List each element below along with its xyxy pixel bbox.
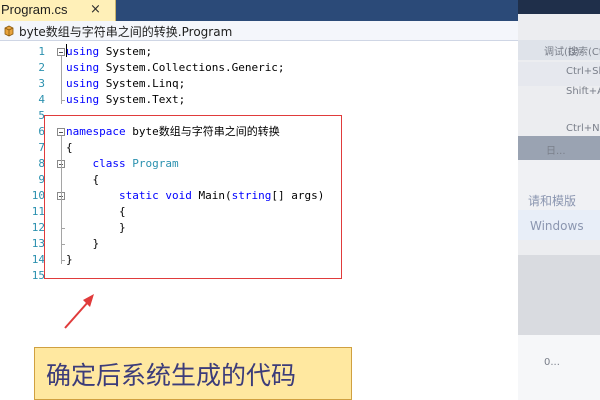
- line-number: 12: [31, 221, 45, 234]
- line-number: 1: [38, 45, 45, 58]
- tab-label: Program.cs: [1, 2, 68, 17]
- highlight-box: [44, 115, 342, 279]
- line-number: 10: [31, 189, 45, 202]
- arrow-icon: [64, 294, 94, 329]
- type-dropdown-label: byte数组与字符串之间的转换.Program: [19, 25, 233, 39]
- bg-text: 日...: [546, 146, 566, 157]
- bg-text: 0...: [544, 357, 560, 368]
- line-number: 11: [31, 205, 45, 218]
- navigation-bar[interactable]: byte数组与字符串之间的转换.Program: [0, 21, 518, 41]
- line-number: 4: [38, 93, 45, 106]
- code-line: using System.Collections.Generic;: [66, 60, 285, 76]
- collapse-toggle-icon[interactable]: [57, 48, 65, 56]
- code-token: System.Linq;: [99, 77, 186, 90]
- bg-text: Windows: [530, 219, 584, 233]
- code-token: System.Text;: [99, 93, 186, 106]
- line-number: 3: [38, 77, 45, 90]
- code-line: using System;: [66, 44, 152, 60]
- line-number: 6: [38, 125, 45, 138]
- bg-menu-item: 搜索(Ct: [568, 47, 600, 58]
- bg-panel: [518, 255, 600, 335]
- class-icon: [4, 25, 14, 37]
- line-number: 7: [38, 141, 45, 154]
- document-tab-bar: Program.cs ×: [0, 0, 518, 21]
- line-number: 14: [31, 253, 45, 266]
- annotation-text: 确定后系统生成的代码: [46, 361, 297, 390]
- line-number: 9: [38, 173, 45, 186]
- keyword-token: using: [66, 93, 100, 106]
- code-line: using System.Linq;: [66, 76, 185, 92]
- line-number: 13: [31, 237, 45, 250]
- bg-shortcut-text: Ctrl+Sh: [566, 66, 600, 77]
- keyword-token: using: [66, 77, 100, 90]
- outline-guide: [61, 100, 65, 101]
- line-number: 2: [38, 61, 45, 74]
- annotation-callout: 确定后系统生成的代码: [34, 347, 352, 400]
- outline-guide: [61, 56, 62, 104]
- code-token: System.Collections.Generic;: [99, 61, 285, 74]
- bg-text: 请和模版: [528, 194, 577, 208]
- keyword-token: using: [66, 61, 100, 74]
- code-line: using System.Text;: [66, 92, 185, 108]
- bg-titlebar: [518, 0, 600, 14]
- keyword-token: using: [66, 45, 100, 58]
- line-number: 15: [31, 269, 45, 282]
- line-number: 8: [38, 157, 45, 170]
- background-window: 调试(D) 搜索(Ct Ctrl+Sh Shift+A Ctrl+N 日... …: [518, 0, 600, 400]
- bg-shortcut-text: Shift+A: [566, 86, 600, 97]
- close-icon[interactable]: ×: [90, 2, 101, 17]
- code-token: System;: [99, 45, 153, 58]
- line-number: 5: [38, 109, 45, 122]
- tab-program-cs[interactable]: Program.cs ×: [0, 0, 116, 21]
- bg-shortcut-text: Ctrl+N: [566, 123, 600, 134]
